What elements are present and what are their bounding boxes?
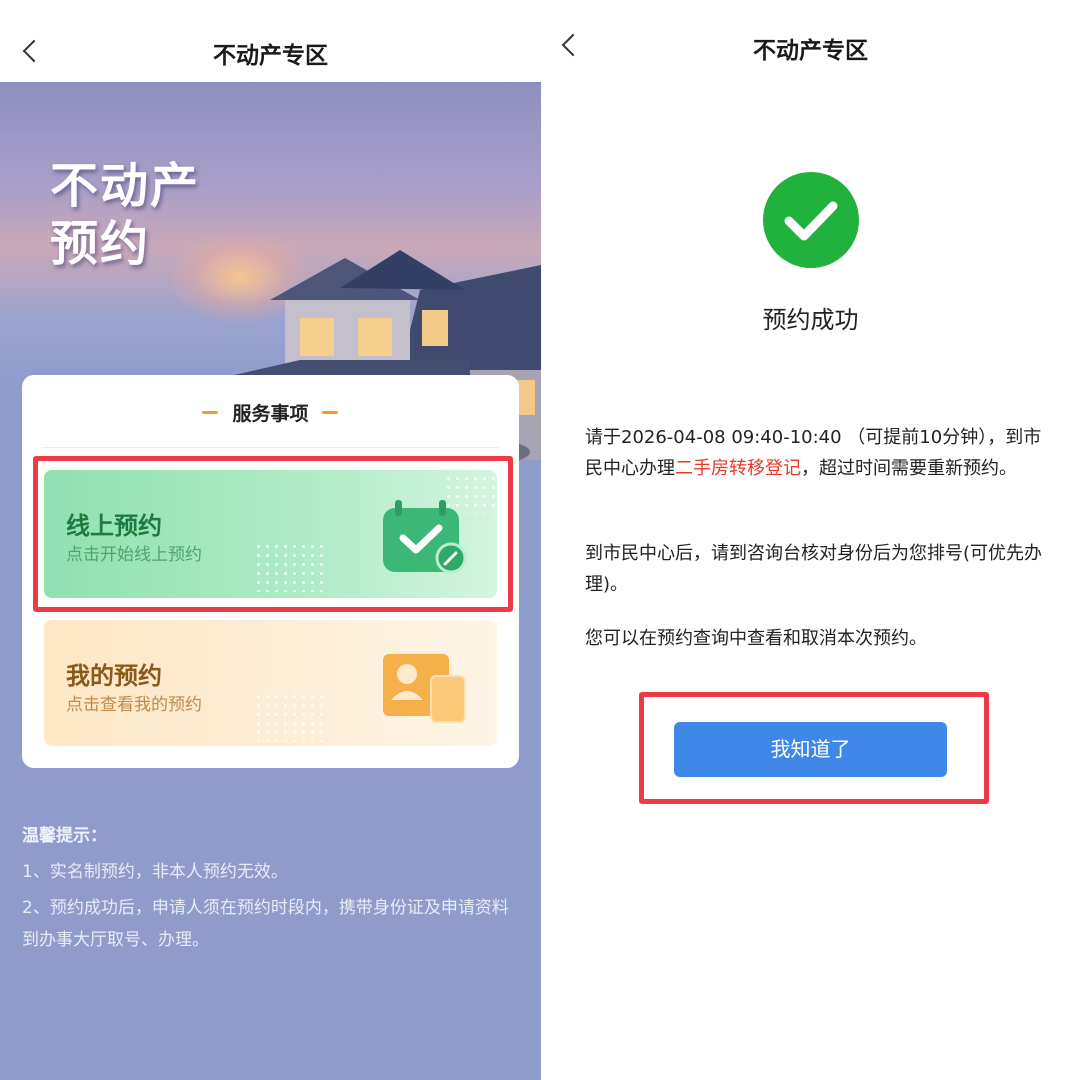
success-check-icon [763,172,859,268]
dot-pattern [254,692,324,742]
service-card: 服务事项 线上预约 点击开始线上预约 我的预约 点击查看我的预约 [22,375,519,768]
page-title: 不动产专区 [753,38,868,64]
banner: 不动产 预约 [0,82,541,465]
online-booking-title: 线上预约 [66,512,162,540]
right-screen: 不动产专区 预约成功 请于2026-04-08 09:40-10:40 （可提前… [541,0,1080,1080]
service-heading: 服务事项 [232,403,309,425]
my-bookings-title: 我的预约 [66,662,162,690]
dot-pattern [254,542,324,592]
tips-title: 温馨提示： [22,826,107,846]
tip-item: 2、预约成功后，申请人须在预约时段内，携带身份证及申请资料到办事大厅取号、办理。 [22,898,509,950]
banner-title-line2: 预约 [50,216,151,272]
message-text: ，超过时间需要重新预约。 [801,458,1017,479]
service-name-link: 二手房转移登记 [675,458,801,479]
left-screen: 不动产专区 不动产 预约 服务事项 线上预约 点击开始线上预约 我的预约 点击查… [0,0,541,1080]
title-dash-right [322,411,338,414]
my-bookings-subtitle: 点击查看我的预约 [66,695,202,715]
banner-title-line1: 不动产 [50,158,201,214]
booking-message: 请于2026-04-08 09:40-10:40 （可提前10分钟），到市民中心… [585,422,1055,484]
my-bookings-option[interactable]: 我的预约 点击查看我的预约 [44,620,497,746]
tip-item: 1、实名制预约，非本人预约无效。 [22,862,288,882]
success-status: 预约成功 [762,306,859,334]
page-title: 不动产专区 [213,43,328,69]
confirm-button[interactable]: 我知道了 [674,722,947,777]
profile-card-icon [381,650,467,726]
divider [42,447,499,448]
banner-title: 不动产 预约 [50,157,200,273]
arrival-instruction: 到市民中心后，请到咨询台核对身份后为您排号(可优先办理)。 [585,543,1043,595]
online-booking-subtitle: 点击开始线上预约 [66,545,202,565]
cancel-instruction: 您可以在预约查询中查看和取消本次预约。 [585,628,927,649]
nav-bar: 不动产专区 [0,0,541,82]
tips-section: 温馨提示： 1、实名制预约，非本人预约无效。 2、预约成功后，申请人须在预约时段… [22,820,522,956]
online-booking-option[interactable]: 线上预约 点击开始线上预约 [44,470,497,598]
calendar-check-icon [381,500,467,576]
